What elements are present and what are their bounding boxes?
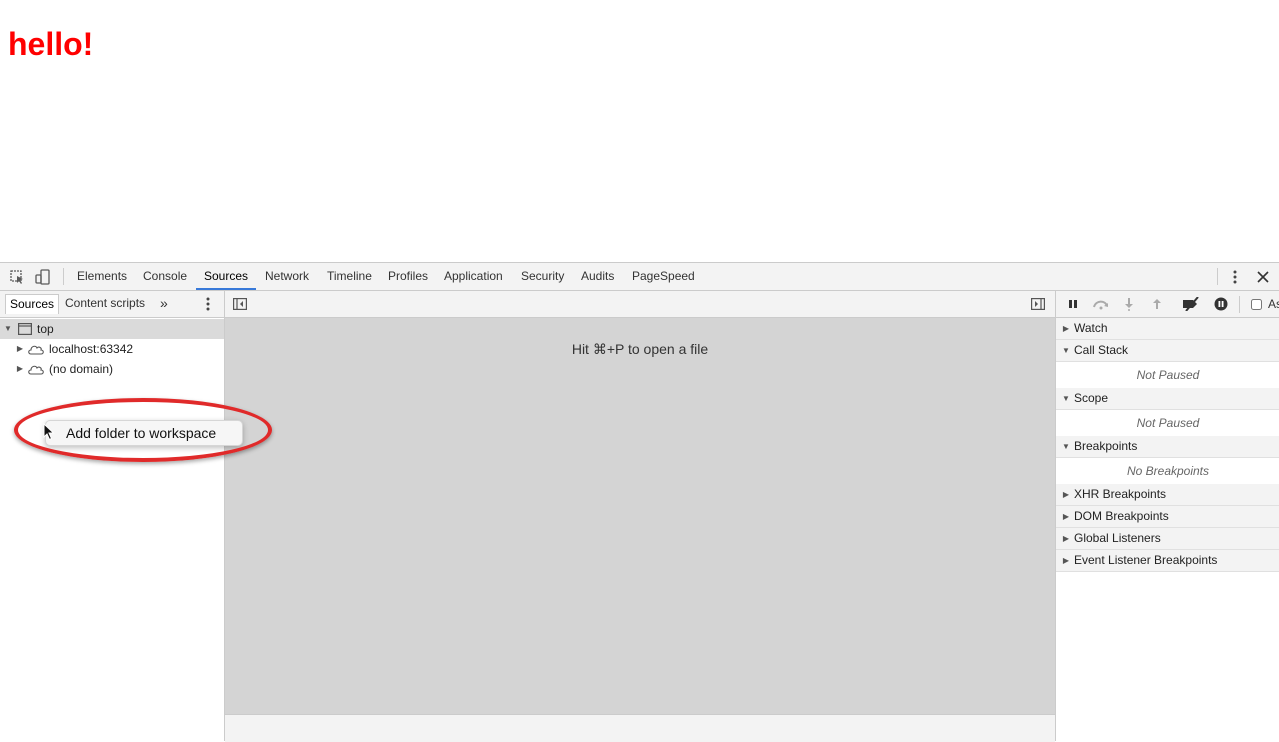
expanded-triangle-icon[interactable]: ▼ [1061, 340, 1071, 361]
tree-item-label: top [37, 322, 54, 336]
pause-on-exceptions-icon[interactable] [1211, 294, 1231, 314]
cloud-icon [28, 345, 44, 355]
inspect-element-icon[interactable] [7, 267, 27, 287]
call-stack-status: Not Paused [1056, 362, 1279, 389]
section-title: Scope [1074, 391, 1109, 405]
section-breakpoints[interactable]: ▼ Breakpoints [1056, 436, 1279, 458]
more-vertical-icon[interactable] [1225, 267, 1245, 287]
source-editor: Hit ⌘+P to open a file [225, 291, 1055, 742]
toolbar-divider [1217, 268, 1218, 285]
collapsed-triangle-icon[interactable]: ▶ [1061, 506, 1071, 527]
tree-item-label: localhost:63342 [49, 342, 134, 356]
collapsed-triangle-icon[interactable]: ▶ [15, 359, 25, 379]
navigator-tab-sources[interactable]: Sources [5, 294, 60, 314]
editor-toolbar [225, 291, 1055, 318]
section-title: Event Listener Breakpoints [1074, 553, 1218, 567]
collapsed-triangle-icon[interactable]: ▶ [15, 339, 25, 359]
toggle-debugger-icon[interactable] [1028, 294, 1048, 314]
tab-application[interactable]: Application [444, 263, 503, 290]
navigator-tab-content-scripts[interactable]: Content scripts [61, 294, 149, 314]
sources-navigator: Sources Content scripts » ▼ top ▶ localh… [0, 291, 225, 741]
section-title: DOM Breakpoints [1074, 509, 1169, 523]
deactivate-breakpoints-icon[interactable] [1181, 294, 1201, 314]
section-global-listeners[interactable]: ▶ Global Listeners [1056, 528, 1279, 550]
devtools-panel: Elements Console Sources Network Timelin… [0, 262, 1279, 742]
tab-audits[interactable]: Audits [581, 263, 614, 290]
mouse-pointer-icon [43, 423, 55, 441]
collapsed-triangle-icon[interactable]: ▶ [1061, 318, 1071, 339]
step-out-icon[interactable] [1147, 294, 1167, 314]
page-content: hello! [0, 0, 1279, 262]
section-title: Watch [1074, 321, 1108, 335]
devtools-main-toolbar: Elements Console Sources Network Timelin… [0, 263, 1279, 291]
section-title: Call Stack [1074, 343, 1129, 357]
scope-status: Not Paused [1056, 410, 1279, 437]
collapsed-triangle-icon[interactable]: ▶ [1061, 528, 1071, 549]
section-dom-breakpoints[interactable]: ▶ DOM Breakpoints [1056, 506, 1279, 528]
hello-heading: hello! [8, 26, 94, 62]
cloud-icon [28, 365, 44, 375]
tab-profiles[interactable]: Profiles [388, 263, 428, 290]
editor-status-bar [225, 714, 1055, 742]
navigator-toolbar: Sources Content scripts » [0, 291, 224, 318]
more-vertical-icon[interactable] [198, 294, 218, 314]
toolbar-divider [1239, 296, 1240, 313]
toolbar-divider [63, 268, 64, 285]
tab-timeline[interactable]: Timeline [327, 263, 372, 290]
collapsed-triangle-icon[interactable]: ▶ [1061, 484, 1071, 505]
tab-network[interactable]: Network [265, 263, 309, 290]
tree-item-top[interactable]: ▼ top [0, 319, 224, 339]
device-toolbar-icon[interactable] [33, 267, 53, 287]
section-call-stack[interactable]: ▼ Call Stack [1056, 340, 1279, 362]
tab-pagespeed[interactable]: PageSpeed [632, 263, 695, 290]
frame-icon [18, 323, 32, 335]
async-label: As [1268, 297, 1279, 311]
step-over-icon[interactable] [1091, 294, 1111, 314]
async-checkbox[interactable] [1246, 294, 1266, 314]
expanded-triangle-icon[interactable]: ▼ [1061, 436, 1071, 457]
tree-item-no-domain[interactable]: ▶ (no domain) [0, 359, 224, 379]
toggle-navigator-icon[interactable] [230, 294, 250, 314]
collapsed-triangle-icon[interactable]: ▶ [1061, 550, 1071, 571]
step-into-icon[interactable] [1119, 294, 1139, 314]
section-xhr-breakpoints[interactable]: ▶ XHR Breakpoints [1056, 484, 1279, 506]
section-event-listener-breakpoints[interactable]: ▶ Event Listener Breakpoints [1056, 550, 1279, 572]
section-title: XHR Breakpoints [1074, 487, 1167, 501]
tab-security[interactable]: Security [521, 263, 564, 290]
open-file-hint: Hit ⌘+P to open a file [571, 341, 709, 357]
tab-elements[interactable]: Elements [77, 263, 127, 290]
expanded-triangle-icon[interactable]: ▼ [3, 319, 13, 339]
close-icon[interactable] [1253, 267, 1273, 287]
section-title: Breakpoints [1074, 439, 1138, 453]
debugger-sidebar: As ▶ Watch ▼ Call Stack Not Paused ▼ Sco… [1055, 291, 1279, 741]
section-watch[interactable]: ▶ Watch [1056, 318, 1279, 340]
section-title: Global Listeners [1074, 531, 1161, 545]
tab-console[interactable]: Console [143, 263, 187, 290]
tab-sources[interactable]: Sources [196, 263, 257, 290]
more-tabs-icon[interactable]: » [156, 294, 172, 314]
debugger-toolbar: As [1056, 291, 1279, 318]
breakpoints-status: No Breakpoints [1056, 458, 1279, 485]
tree-item-label: (no domain) [49, 362, 114, 376]
context-menu: Add folder to workspace [45, 420, 243, 446]
section-scope[interactable]: ▼ Scope [1056, 388, 1279, 410]
expanded-triangle-icon[interactable]: ▼ [1061, 388, 1071, 409]
tree-item-localhost[interactable]: ▶ localhost:63342 [0, 339, 224, 359]
pause-icon[interactable] [1063, 294, 1083, 314]
menu-item-add-folder-to-workspace[interactable]: Add folder to workspace [66, 421, 216, 445]
